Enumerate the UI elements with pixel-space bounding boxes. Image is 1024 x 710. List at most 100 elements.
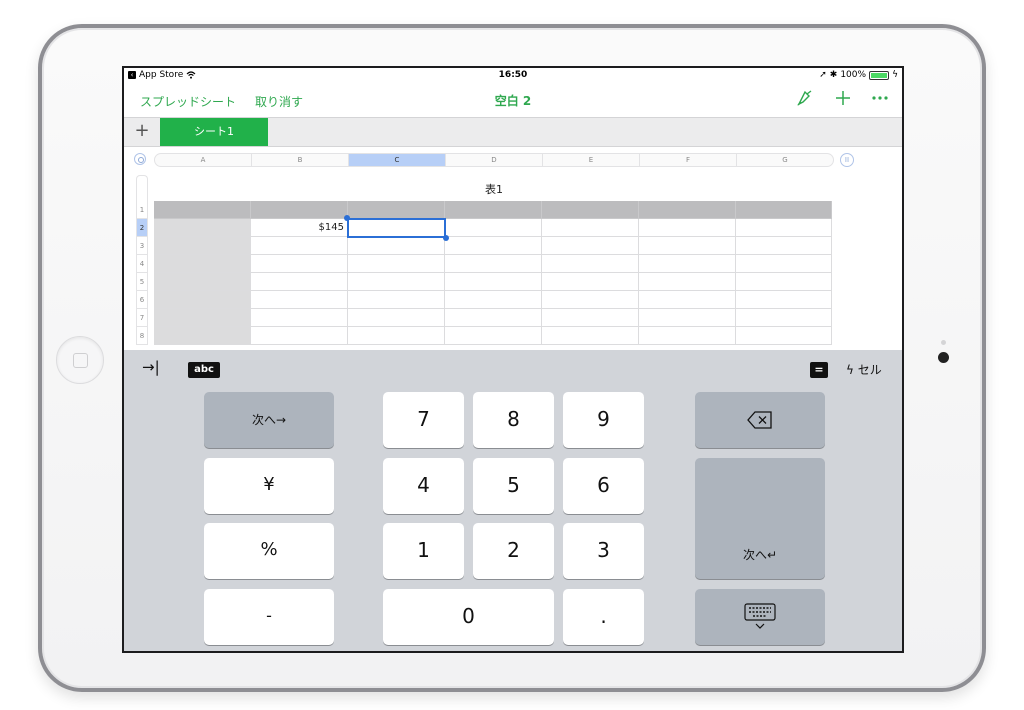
table-title[interactable]: 表1 <box>464 181 524 197</box>
cell-d1[interactable] <box>445 201 542 219</box>
yen-key[interactable]: ¥ <box>204 458 334 514</box>
pause-icon[interactable]: II <box>840 153 854 167</box>
row-header-8[interactable]: 8 <box>136 327 148 345</box>
cell-b6[interactable] <box>251 291 348 309</box>
home-button[interactable] <box>56 336 104 384</box>
digit-key-6[interactable]: 6 <box>563 458 644 514</box>
selection-handle-bottom-right[interactable] <box>443 235 449 241</box>
cell-c7[interactable] <box>348 309 445 327</box>
cell-a5[interactable] <box>154 273 251 291</box>
cell-g5[interactable] <box>736 273 832 291</box>
cell-b1[interactable] <box>251 201 348 219</box>
cell-c6[interactable] <box>348 291 445 309</box>
cell-e2[interactable] <box>542 219 639 237</box>
cell-g8[interactable] <box>736 327 832 345</box>
cell-f1[interactable] <box>639 201 736 219</box>
row-header-6[interactable]: 6 <box>136 291 148 309</box>
row-header-3[interactable]: 3 <box>136 237 148 255</box>
more-icon[interactable] <box>869 89 891 111</box>
cell-e5[interactable] <box>542 273 639 291</box>
next-arrow-key[interactable]: 次へ→ <box>204 392 334 448</box>
cell-d2[interactable] <box>445 219 542 237</box>
digit-key-4[interactable]: 4 <box>383 458 464 514</box>
cell-c5[interactable] <box>348 273 445 291</box>
column-header-d[interactable]: D <box>446 154 543 166</box>
cell-a3[interactable] <box>154 237 251 255</box>
digit-key-1[interactable]: 1 <box>383 523 464 579</box>
next-return-key[interactable]: 次へ↵ <box>695 458 825 579</box>
digit-key-8[interactable]: 8 <box>473 392 554 448</box>
digit-key-0[interactable]: 0 <box>383 589 554 645</box>
delete-key[interactable] <box>695 392 825 448</box>
cell-a7[interactable] <box>154 309 251 327</box>
cell-f8[interactable] <box>639 327 736 345</box>
format-brush-icon[interactable] <box>794 89 816 111</box>
cell-f2[interactable] <box>639 219 736 237</box>
cell-d4[interactable] <box>445 255 542 273</box>
cell-button[interactable]: ϟ セル <box>846 361 882 378</box>
cell-e7[interactable] <box>542 309 639 327</box>
minus-key[interactable]: - <box>204 589 334 645</box>
column-header-f[interactable]: F <box>640 154 737 166</box>
cell-c8[interactable] <box>348 327 445 345</box>
cell-d7[interactable] <box>445 309 542 327</box>
add-icon[interactable] <box>832 89 854 111</box>
column-header-a[interactable]: A <box>155 154 252 166</box>
select-all-handle[interactable] <box>134 153 146 165</box>
digit-key-5[interactable]: 5 <box>473 458 554 514</box>
add-sheet-button[interactable]: + <box>132 120 152 141</box>
cell-b7[interactable] <box>251 309 348 327</box>
hide-keyboard-key[interactable] <box>695 589 825 645</box>
cell-f5[interactable] <box>639 273 736 291</box>
row-header-7[interactable]: 7 <box>136 309 148 327</box>
tab-sheet1[interactable]: シート1 <box>160 118 268 146</box>
column-header-e[interactable]: E <box>543 154 640 166</box>
cell-c4[interactable] <box>348 255 445 273</box>
cell-b8[interactable] <box>251 327 348 345</box>
cell-a8[interactable] <box>154 327 251 345</box>
column-header-c[interactable]: C <box>349 154 446 166</box>
cell-g1[interactable] <box>736 201 832 219</box>
cell-g6[interactable] <box>736 291 832 309</box>
cell-f3[interactable] <box>639 237 736 255</box>
cell-b4[interactable] <box>251 255 348 273</box>
row-header-1[interactable]: 1 <box>136 201 148 219</box>
cell-g3[interactable] <box>736 237 832 255</box>
cell-d3[interactable] <box>445 237 542 255</box>
row-header-2[interactable]: 2 <box>136 219 148 237</box>
cell-b3[interactable] <box>251 237 348 255</box>
row-header-5[interactable]: 5 <box>136 273 148 291</box>
digit-key-9[interactable]: 9 <box>563 392 644 448</box>
digit-key-3[interactable]: 3 <box>563 523 644 579</box>
cell-selection-box[interactable] <box>347 218 446 238</box>
cell-d8[interactable] <box>445 327 542 345</box>
cell-b5[interactable] <box>251 273 348 291</box>
cell-e4[interactable] <box>542 255 639 273</box>
cell-a1[interactable] <box>154 201 251 219</box>
cell-e3[interactable] <box>542 237 639 255</box>
tab-key-icon[interactable]: →| <box>142 358 160 376</box>
cell-a2[interactable] <box>154 219 251 237</box>
decimal-point-key[interactable]: . <box>563 589 644 645</box>
cell-c3[interactable] <box>348 237 445 255</box>
cell-g4[interactable] <box>736 255 832 273</box>
digit-key-2[interactable]: 2 <box>473 523 554 579</box>
cell-f6[interactable] <box>639 291 736 309</box>
abc-keyboard-button[interactable]: abc <box>188 362 220 378</box>
formula-button[interactable]: = <box>810 362 828 378</box>
cell-d6[interactable] <box>445 291 542 309</box>
cell-c1[interactable] <box>348 201 445 219</box>
cell-a6[interactable] <box>154 291 251 309</box>
selection-handle-top-left[interactable] <box>344 215 350 221</box>
cell-e8[interactable] <box>542 327 639 345</box>
cell-e6[interactable] <box>542 291 639 309</box>
cell-f4[interactable] <box>639 255 736 273</box>
cell-f7[interactable] <box>639 309 736 327</box>
percent-key[interactable]: % <box>204 523 334 579</box>
column-header-b[interactable]: B <box>252 154 349 166</box>
row-header-4[interactable]: 4 <box>136 255 148 273</box>
cell-e1[interactable] <box>542 201 639 219</box>
column-header-g[interactable]: G <box>737 154 833 166</box>
digit-key-7[interactable]: 7 <box>383 392 464 448</box>
cell-g7[interactable] <box>736 309 832 327</box>
